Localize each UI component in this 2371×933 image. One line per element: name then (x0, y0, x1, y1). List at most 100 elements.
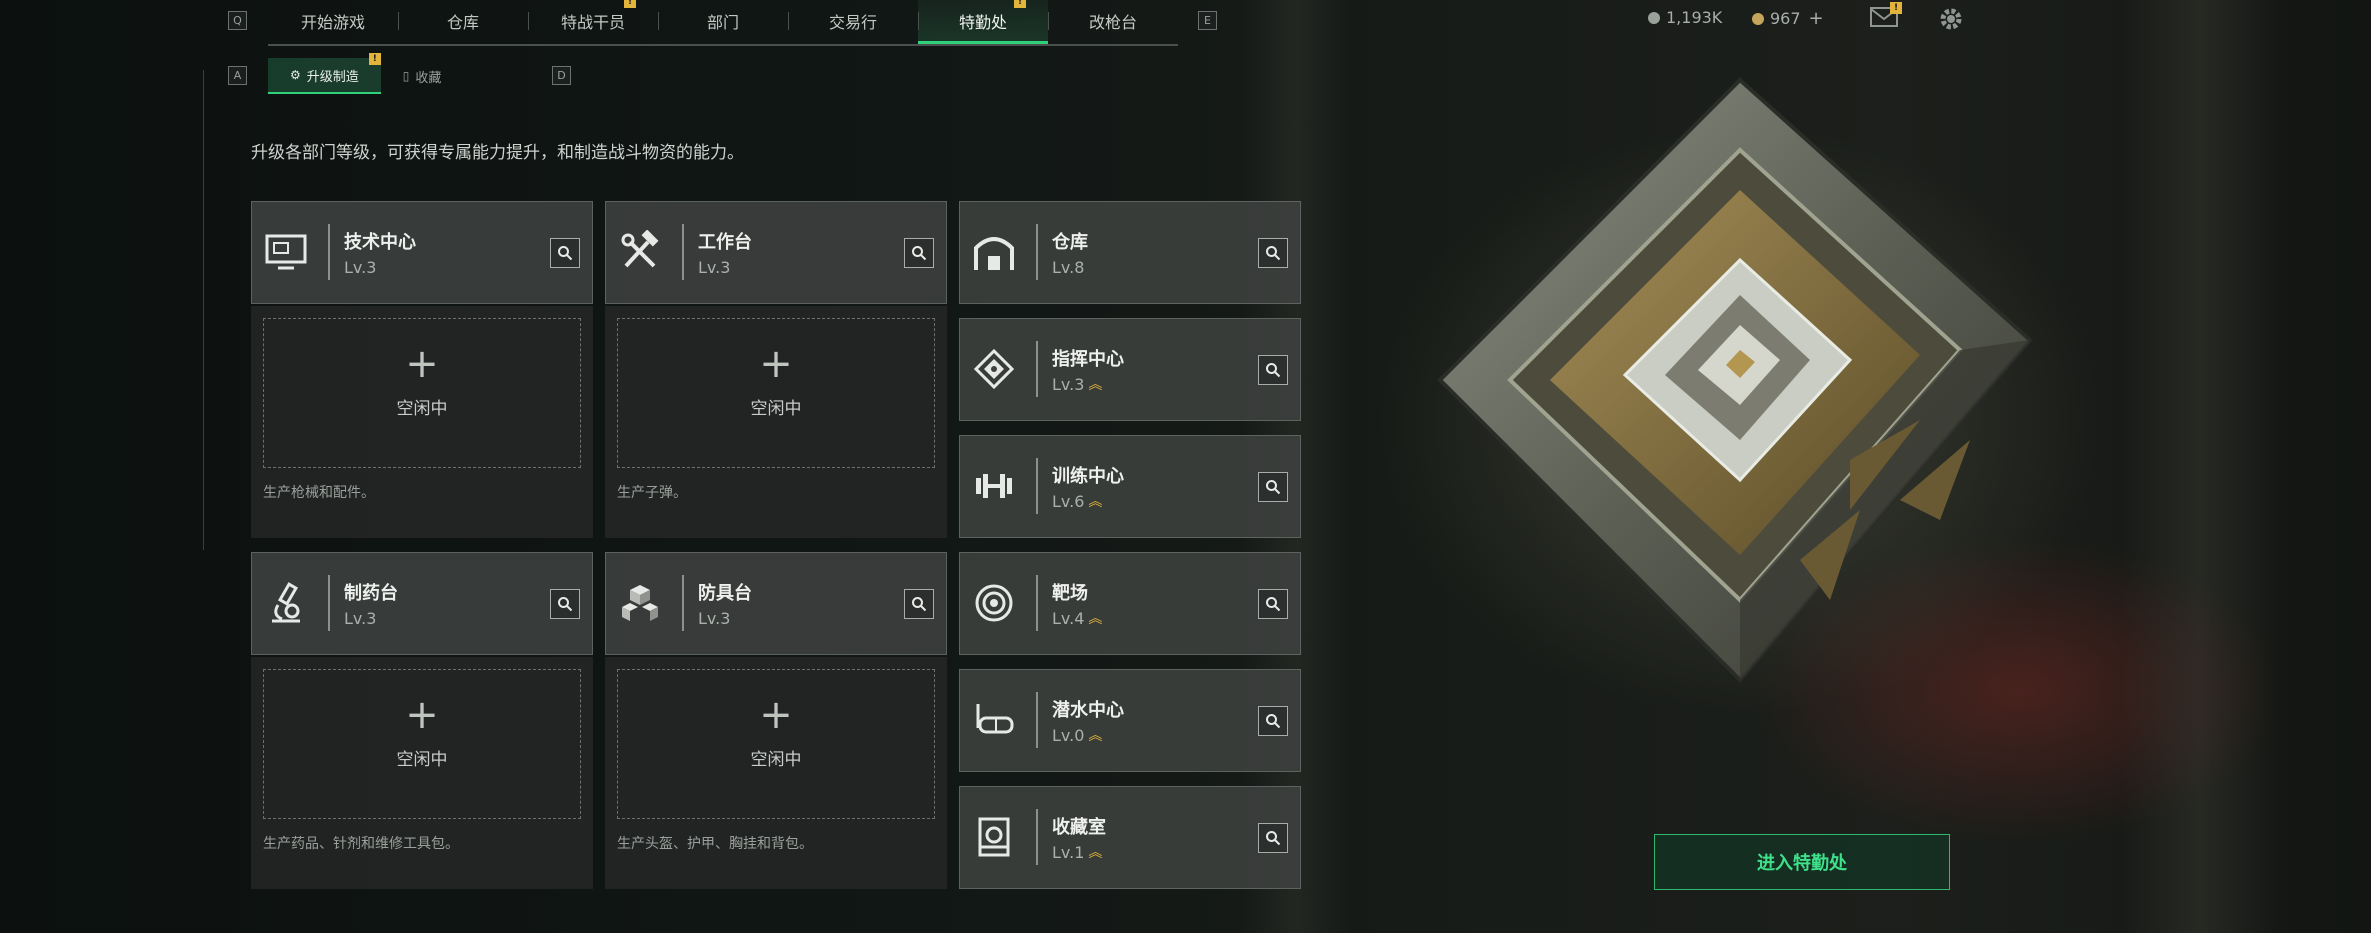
facility-card-training-center[interactable]: 训练中心 Lv.6 ︽ (959, 435, 1301, 538)
notification-badge: ! (368, 53, 381, 65)
tools-icon (618, 228, 662, 276)
search-icon (1266, 714, 1281, 729)
notification-badge: ! (1890, 2, 1902, 14)
sub-nav: ⚙ 升级制造 ! ▯ 收藏 (268, 53, 464, 94)
search-icon (1266, 597, 1281, 612)
search-icon (912, 246, 927, 261)
level-text: Lv.8 (1052, 258, 1085, 277)
add-icon: + (405, 341, 439, 387)
facility-card-armor-bench[interactable]: 防具台 Lv.3 (605, 552, 947, 655)
inspect-button[interactable] (1258, 355, 1288, 385)
notification-badge: ! (1014, 0, 1026, 8)
subtab-upgrade-craft[interactable]: ⚙ 升级制造 ! (268, 53, 381, 94)
premium-currency-amount: 967 (1770, 9, 1801, 28)
search-icon (1266, 831, 1281, 846)
subtab-label: 升级制造 (306, 69, 359, 85)
tab-start-game[interactable]: 开始游戏 (268, 0, 398, 42)
enter-special-ops-button[interactable]: 进入特勤处 (1654, 834, 1950, 890)
tab-warehouse[interactable]: 仓库 (398, 0, 528, 42)
divider (1036, 224, 1038, 280)
diving-mask-icon (972, 696, 1016, 744)
facility-level: Lv.1 ︽ (1052, 843, 1102, 862)
add-icon: + (759, 692, 793, 738)
subtab-collection[interactable]: ▯ 收藏 (381, 59, 464, 93)
facility-card-tech-center[interactable]: 技术中心 Lv.3 (251, 201, 593, 304)
tab-trading[interactable]: 交易行 (788, 0, 918, 42)
intro-text: 升级各部门等级，可获得专属能力提升，和制造战斗物资的能力。 (251, 143, 744, 163)
facility-name: 仓库 (1052, 232, 1088, 253)
tab-label: 部门 (706, 13, 739, 32)
target-icon (972, 579, 1016, 627)
tab-special-ops[interactable]: 特勤处! (918, 0, 1048, 44)
facility-card-pharmacy[interactable]: 制药台 Lv.3 (251, 552, 593, 655)
tab-label: 特勤处 (958, 13, 1007, 32)
divider (1036, 341, 1038, 397)
tab-label: 交易行 (828, 13, 877, 32)
inspect-button[interactable] (1258, 472, 1288, 502)
slot-status: 空闲中 (750, 399, 802, 419)
microscope-icon (264, 579, 308, 627)
dumbbell-icon (972, 462, 1016, 510)
chip-icon (972, 345, 1016, 393)
nav-next-key[interactable]: E (1198, 11, 1217, 30)
facility-card-shooting-range[interactable]: 靶场 Lv.4 ︽ (959, 552, 1301, 655)
inspect-button[interactable] (550, 589, 580, 619)
inspect-button[interactable] (904, 238, 934, 268)
inspect-button[interactable] (1258, 238, 1288, 268)
facility-card-diving-center[interactable]: 潜水中心 Lv.0 ︽ (959, 669, 1301, 772)
production-slot-armor-bench[interactable]: + 空闲中 生产头盔、护甲、胸挂和背包。 (605, 657, 947, 889)
collection-icon: ▯ (402, 69, 410, 83)
upgrade-arrow-icon: ︽ (1088, 610, 1103, 627)
upgrade-arrow-icon: ︽ (1088, 727, 1103, 744)
production-slot-tech-center[interactable]: + 空闲中 生产枪械和配件。 (251, 306, 593, 538)
level-text: Lv.4 (1052, 609, 1085, 628)
facility-name: 制药台 (344, 583, 398, 604)
tab-label: 开始游戏 (300, 13, 365, 32)
inspect-button[interactable] (550, 238, 580, 268)
slot-description: 生产药品、针剂和维修工具包。 (263, 836, 459, 852)
add-icon: + (405, 692, 439, 738)
production-slot-pharmacy[interactable]: + 空闲中 生产药品、针剂和维修工具包。 (251, 657, 593, 889)
level-text: Lv.3 (698, 258, 731, 277)
inspect-button[interactable] (1258, 589, 1288, 619)
facility-name: 工作台 (698, 232, 752, 253)
nav-prev-key[interactable]: Q (228, 11, 247, 30)
facility-level: Lv.3 (344, 258, 376, 277)
mail-icon[interactable]: ! (1870, 2, 1902, 34)
inspect-button[interactable] (1258, 823, 1288, 853)
settings-gear-icon[interactable] (1938, 6, 1964, 38)
divider (682, 575, 684, 631)
premium-currency-display: 967 + (1752, 8, 1824, 29)
special-ops-cube-art (1437, 77, 2033, 683)
slot-status: 空闲中 (396, 750, 448, 770)
tab-operators[interactable]: 特战干员! (528, 0, 658, 42)
currency-amount: 1,193K (1666, 8, 1723, 27)
upgrade-arrow-icon: ︽ (1088, 493, 1103, 510)
collection-icon (972, 813, 1016, 861)
facility-card-workbench[interactable]: 工作台 Lv.3 (605, 201, 947, 304)
level-text: Lv.3 (1052, 375, 1085, 394)
level-text: Lv.0 (1052, 726, 1085, 745)
inspect-button[interactable] (1258, 706, 1288, 736)
subnav-next-key[interactable]: D (552, 66, 571, 85)
facility-card-warehouse[interactable]: 仓库 Lv.8︽ (959, 201, 1301, 304)
facility-level: Lv.3 ︽ (1052, 375, 1102, 394)
tab-gunsmith[interactable]: 改枪台 (1048, 0, 1178, 42)
tab-departments[interactable]: 部门 (658, 0, 788, 42)
warehouse-icon (972, 228, 1016, 276)
slot-status: 空闲中 (396, 399, 448, 419)
facility-card-command-center[interactable]: 指挥中心 Lv.3 ︽ (959, 318, 1301, 421)
tab-label: 改枪台 (1088, 13, 1137, 32)
add-currency-button[interactable]: + (1809, 8, 1824, 29)
notification-badge: ! (624, 0, 636, 8)
slot-description: 生产子弹。 (617, 485, 687, 501)
inspect-button[interactable] (904, 589, 934, 619)
production-slot-workbench[interactable]: + 空闲中 生产子弹。 (605, 306, 947, 538)
search-icon (1266, 363, 1281, 378)
facility-level: Lv.3 (698, 609, 730, 628)
subnav-prev-key[interactable]: A (228, 66, 247, 85)
search-icon (1266, 480, 1281, 495)
divider-line (203, 70, 204, 550)
facility-card-collection-room[interactable]: 收藏室 Lv.1 ︽ (959, 786, 1301, 889)
facility-name: 指挥中心 (1052, 349, 1124, 370)
